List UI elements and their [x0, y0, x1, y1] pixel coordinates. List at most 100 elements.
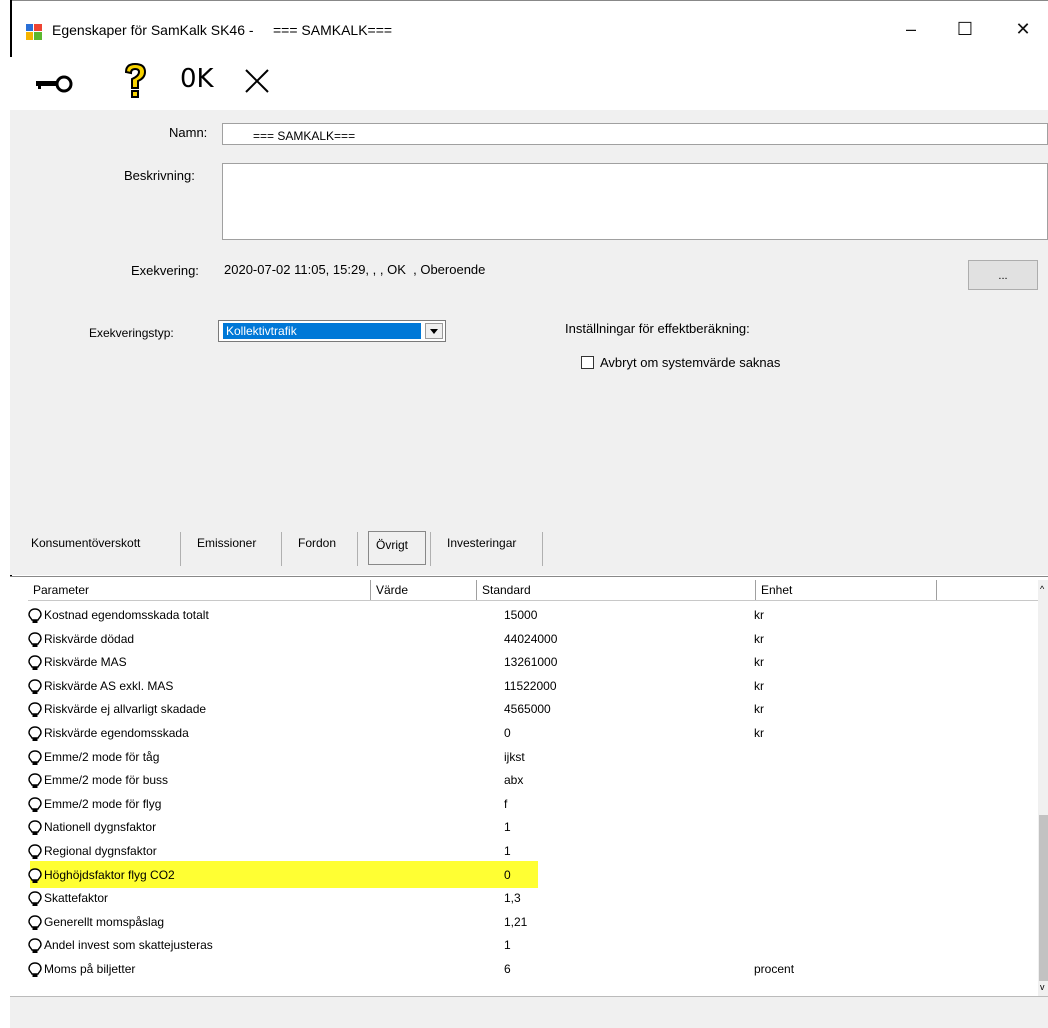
cell-standard: 1,21: [504, 914, 528, 929]
table-row[interactable]: Riskvärde ej allvarligt skadade 4565000 kr: [28, 698, 1038, 722]
table-row[interactable]: Riskvärde egendomsskada 0 kr: [28, 722, 1038, 746]
name-label: Namn:: [169, 125, 208, 140]
lightbulb-icon: [28, 702, 42, 718]
execution-value: 2020-07-02 11:05, 15:29, , , OK , Oberoe…: [224, 262, 486, 277]
table-row[interactable]: Moms på biljetter 6 procent: [28, 958, 1038, 982]
cell-unit: kr: [754, 702, 764, 717]
lightbulb-icon: [28, 726, 42, 742]
lightbulb-icon: [28, 679, 42, 695]
cell-parameter: Andel invest som skattejusteras: [44, 938, 213, 953]
lightbulb-icon: [28, 797, 42, 813]
lightbulb-icon: [28, 631, 42, 648]
cell-standard: 4565000: [504, 702, 551, 717]
cell-parameter: Höghöjdsfaktor flyg CO2: [44, 867, 175, 882]
column-header-standard[interactable]: Standard: [477, 580, 756, 600]
cell-standard: 15000: [504, 608, 538, 622]
key-icon[interactable]: [34, 70, 74, 94]
lightbulb-icon: [28, 608, 42, 624]
tab-konsumentoverskott[interactable]: Konsumentöverskott: [31, 536, 140, 550]
cell-standard: 1,3: [504, 891, 521, 906]
toolbar: [10, 57, 1048, 110]
minimize-button[interactable]: –: [888, 12, 934, 46]
table-row[interactable]: Emme/2 mode för buss abx: [28, 769, 1038, 793]
exec-type-selected: Kollektivtrafik: [223, 323, 421, 339]
cell-unit: kr: [754, 726, 764, 740]
effect-settings-label: Inställningar för effektberäkning:: [565, 321, 750, 336]
description-input[interactable]: [222, 163, 1048, 240]
cell-parameter: Emme/2 mode för flyg: [44, 796, 162, 811]
cell-standard: 13261000: [504, 655, 558, 670]
lightbulb-icon: [28, 655, 42, 671]
cell-parameter: Emme/2 mode för tåg: [44, 749, 160, 764]
cell-parameter: Skattefaktor: [44, 891, 109, 906]
scrollbar-thumb[interactable]: [1039, 815, 1048, 981]
tab-separator: [430, 532, 431, 566]
table-row[interactable]: Emme/2 mode för flyg f: [28, 793, 1038, 817]
tab-emissioner[interactable]: Emissioner: [197, 536, 256, 550]
cell-unit: kr: [754, 678, 764, 693]
chevron-down-icon: [430, 329, 438, 334]
maximize-button[interactable]: ☐: [942, 12, 988, 46]
cell-standard: 6: [504, 962, 511, 976]
tab-investeringar[interactable]: Investeringar: [447, 536, 516, 550]
dropdown-arrow[interactable]: [425, 323, 443, 339]
cell-standard: 1: [504, 820, 511, 835]
table-row[interactable]: Regional dygnsfaktor 1: [28, 840, 1038, 864]
tab-separator: [542, 532, 543, 566]
abort-checkbox-label: Avbryt om systemvärde saknas: [600, 355, 781, 370]
app-icon: [26, 24, 42, 40]
table-row[interactable]: Nationell dygnsfaktor 1: [28, 816, 1038, 840]
cell-unit: procent: [754, 962, 795, 976]
cell-parameter: Moms på biljetter: [44, 962, 136, 976]
status-bar: [10, 996, 1048, 1028]
window-title: Egenskaper för SamKalk SK46 - === SAMKAL…: [52, 22, 393, 38]
lightbulb-icon: [28, 820, 42, 836]
execution-label: Exekvering:: [131, 263, 199, 278]
scroll-down-icon[interactable]: v: [1040, 982, 1045, 992]
column-header-unit[interactable]: Enhet: [756, 580, 937, 600]
exec-type-select[interactable]: Kollektivtrafik: [218, 320, 446, 342]
name-input[interactable]: === SAMKALK===: [222, 123, 1048, 145]
cell-parameter: Riskvärde egendomsskada: [44, 726, 189, 740]
table-row[interactable]: Generellt momspåslag 1,21: [28, 911, 1038, 935]
column-header-parameter[interactable]: Parameter: [28, 580, 371, 600]
cell-parameter: Riskvärde AS exkl. MAS: [44, 678, 174, 693]
cell-standard: 0: [504, 726, 511, 740]
exec-type-label: Exekveringstyp:: [89, 326, 174, 340]
tab-fordon[interactable]: Fordon: [298, 536, 336, 550]
tab-ovrigt[interactable]: Övrigt: [376, 538, 408, 552]
description-label: Beskrivning:: [124, 168, 195, 183]
cell-unit: kr: [754, 655, 764, 670]
lightbulb-icon: [28, 962, 42, 978]
cell-parameter: Riskvärde ej allvarligt skadade: [44, 702, 207, 717]
cell-standard: 0: [504, 867, 511, 882]
cell-standard: 1: [504, 938, 511, 953]
cell-standard: 1: [504, 844, 511, 858]
tab-separator: [357, 532, 358, 566]
table-row[interactable]: Höghöjdsfaktor flyg CO2 0: [28, 864, 1038, 888]
table-row[interactable]: Riskvärde dödad 44024000 kr: [28, 628, 1038, 652]
execution-browse-button[interactable]: ...: [968, 260, 1038, 290]
column-header-value[interactable]: Värde: [371, 580, 477, 600]
table-row[interactable]: Kostnad egendomsskada totalt 15000 kr: [28, 604, 1038, 628]
cell-parameter: Nationell dygnsfaktor: [44, 820, 157, 835]
table-row[interactable]: Andel invest som skattejusteras 1: [28, 934, 1038, 958]
lightbulb-icon: [28, 938, 42, 954]
cell-standard: 44024000: [504, 631, 558, 646]
x-icon[interactable]: [244, 68, 270, 94]
scroll-up-icon[interactable]: ^: [1040, 584, 1044, 594]
tab-separator: [180, 532, 181, 566]
ok-button[interactable]: 0K: [180, 64, 214, 94]
table-row[interactable]: Emme/2 mode för tåg ijkst: [28, 746, 1038, 770]
cell-standard: 11522000: [504, 678, 557, 693]
cell-parameter: Generellt momspåslag: [44, 914, 165, 929]
tab-separator: [281, 532, 282, 566]
table-row[interactable]: Riskvärde AS exkl. MAS 11522000 kr: [28, 675, 1038, 699]
abort-checkbox[interactable]: [581, 356, 594, 369]
close-button[interactable]: ✕: [1000, 12, 1046, 46]
cell-parameter: Kostnad egendomsskada totalt: [44, 608, 209, 622]
table-row[interactable]: Skattefaktor 1,3: [28, 887, 1038, 911]
help-icon[interactable]: [120, 62, 150, 102]
lightbulb-icon: [28, 915, 42, 931]
table-row[interactable]: Riskvärde MAS 13261000 kr: [28, 651, 1038, 675]
